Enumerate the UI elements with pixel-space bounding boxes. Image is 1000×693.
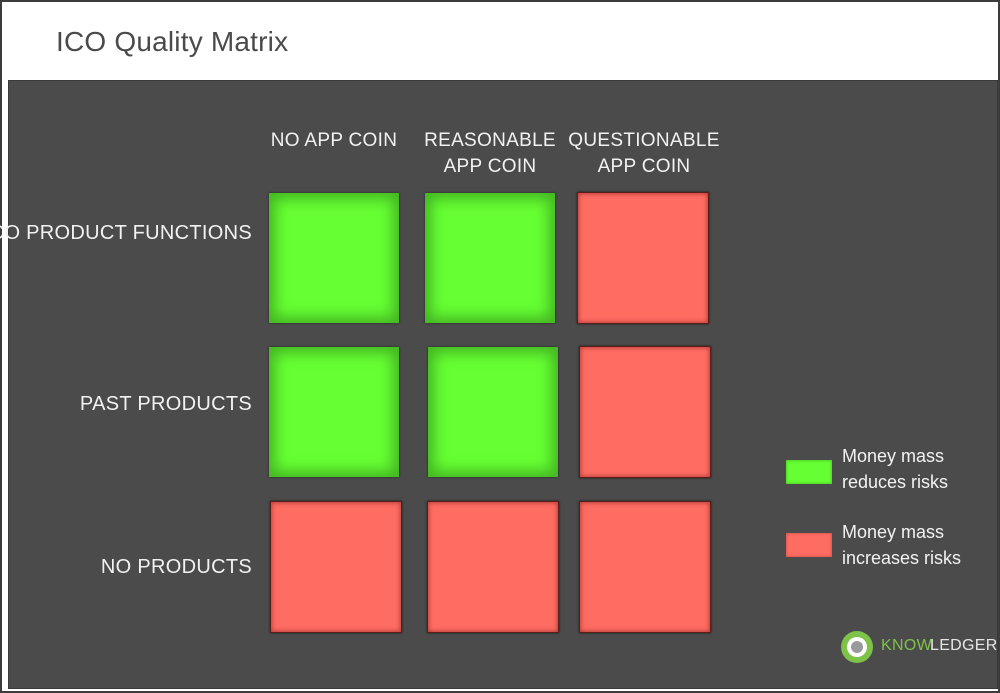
legend-line: Money mass [842, 446, 945, 466]
logo-text-know: KNOW [881, 637, 932, 654]
matrix-cell-r2-c3 [579, 346, 711, 478]
matrix-cell-r1-c2 [425, 193, 555, 323]
legend-label-reduces: Money mass reduces risks [842, 443, 992, 495]
legend-swatch-red [786, 533, 832, 557]
legend-line: Money mass [842, 522, 945, 542]
matrix-cell-r2-c1 [269, 347, 399, 477]
column-header-line: REASONABLE [424, 130, 556, 151]
column-header-line: NO APP COIN [270, 130, 398, 151]
matrix-cell-r2-c2 [428, 347, 558, 477]
column-header-line: APP COIN [443, 156, 537, 177]
knowledger-circle-icon [841, 631, 873, 663]
logo-text-ledger: LEDGER [930, 637, 998, 654]
figure-frame: ICO Quality Matrix NO APP COIN REASONABL… [0, 0, 1000, 693]
matrix-cell-r3-c3 [579, 501, 711, 633]
column-header-no-app-coin: NO APP COIN [249, 128, 419, 154]
legend-line: increases risks [842, 548, 962, 568]
row-label-no-products: NO PRODUCTS [100, 556, 252, 578]
knowledger-logo: KNOW LEDGER [841, 631, 997, 667]
legend-label-increases: Money mass increases risks [842, 519, 992, 571]
row-label-past-products: PAST PRODUCTS [79, 393, 252, 415]
page-title: ICO Quality Matrix [56, 26, 289, 57]
column-header-reasonable-app-coin: REASONABLE APP COIN [405, 128, 575, 180]
matrix-cell-r3-c1 [270, 501, 402, 633]
legend-swatch-green [786, 460, 832, 484]
column-header-questionable-app-coin: QUESTIONABLE APP COIN [559, 128, 729, 180]
column-header-line: QUESTIONABLE [568, 130, 720, 151]
matrix-cell-r1-c3 [577, 192, 709, 324]
matrix-cell-r1-c1 [269, 193, 399, 323]
column-header-line: APP COIN [597, 156, 691, 177]
matrix-cell-r3-c2 [427, 501, 559, 633]
legend-line: reduces risks [842, 472, 949, 492]
matrix-panel: NO APP COIN REASONABLE APP COIN QUESTION… [0, 80, 998, 689]
row-label-ico-product-functions: ICO PRODUCT FUNCTIONS [0, 222, 252, 244]
